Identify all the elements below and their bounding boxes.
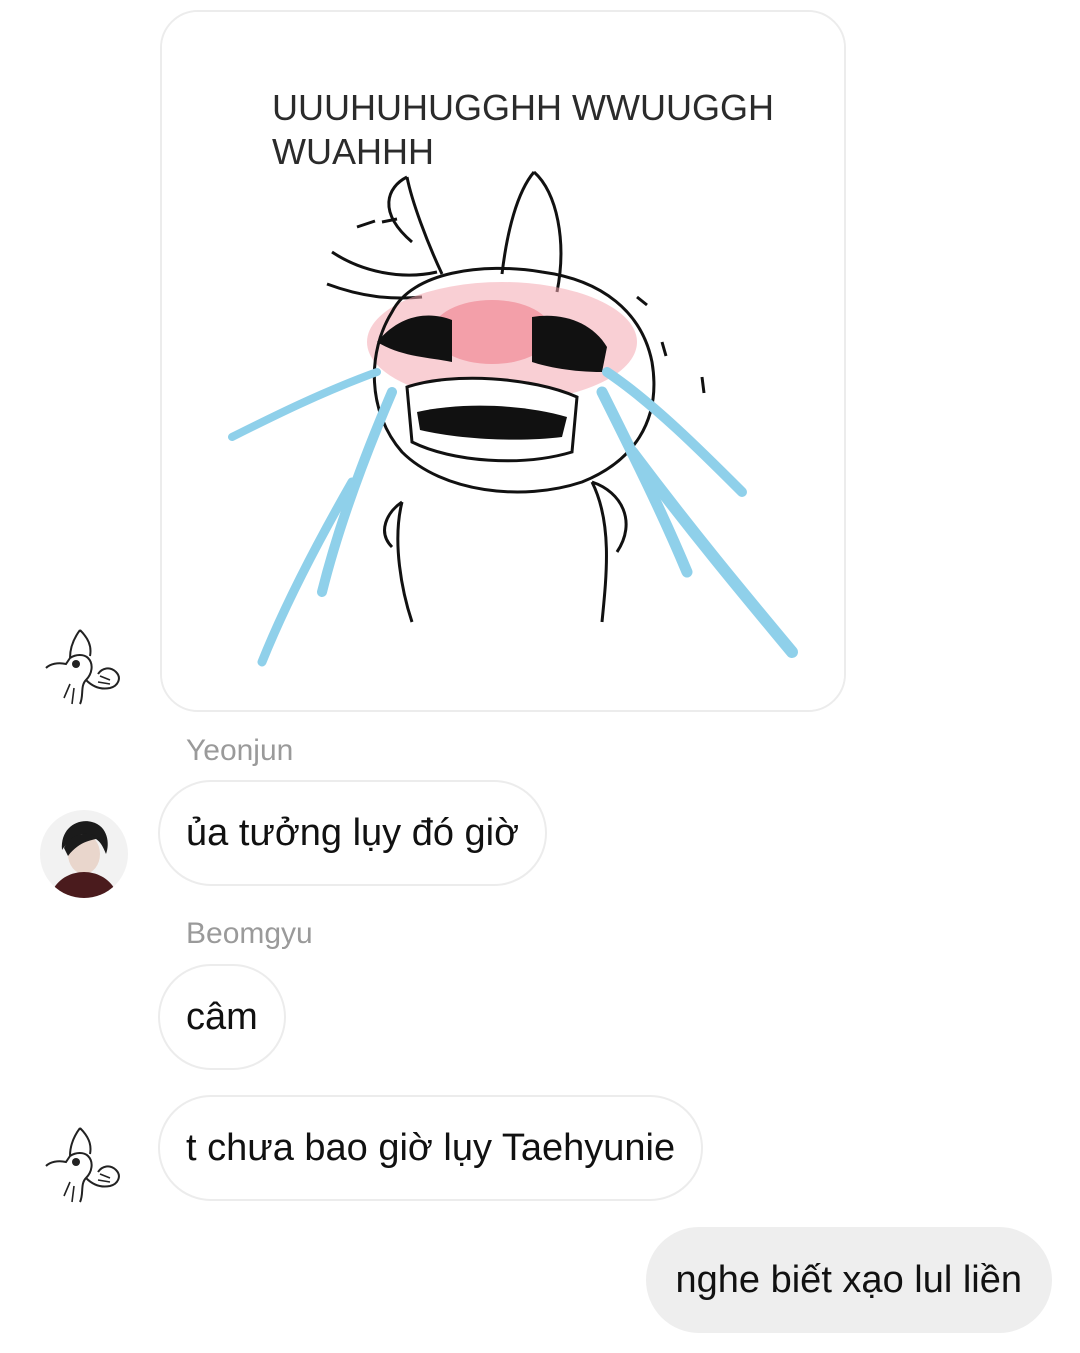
sticker-caption-line2: WUAHHH xyxy=(272,131,434,172)
sender-avatar-sketch[interactable] xyxy=(40,624,128,712)
message-bubble[interactable]: câm xyxy=(158,964,286,1070)
sender-avatar-sketch[interactable] xyxy=(40,1122,128,1210)
crying-bunny-sticker-icon: UUUHUHUGGHH WWUUGGH WUAHHH xyxy=(162,12,844,710)
message-bubble[interactable]: ủa tưởng lụy đó giờ xyxy=(158,780,548,886)
message-bubble[interactable]: t chưa bao giờ lụy Taehyunie xyxy=(158,1095,704,1201)
sticker-caption-line1: UUUHUHUGGHH WWUUGGH xyxy=(272,87,774,128)
sketch-character-icon xyxy=(45,629,120,705)
image-message[interactable]: UUUHUHUGGHH WWUUGGH WUAHHH xyxy=(160,10,846,712)
profile-photo-icon xyxy=(40,810,128,898)
sender-name: Beomgyu xyxy=(186,917,313,950)
sender-name: Yeonjun xyxy=(186,734,294,767)
my-message-bubble[interactable]: nghe biết xạo lul liền xyxy=(645,1227,1052,1333)
sketch-character-icon xyxy=(45,1127,120,1203)
sender-avatar-photo[interactable] xyxy=(40,810,128,898)
